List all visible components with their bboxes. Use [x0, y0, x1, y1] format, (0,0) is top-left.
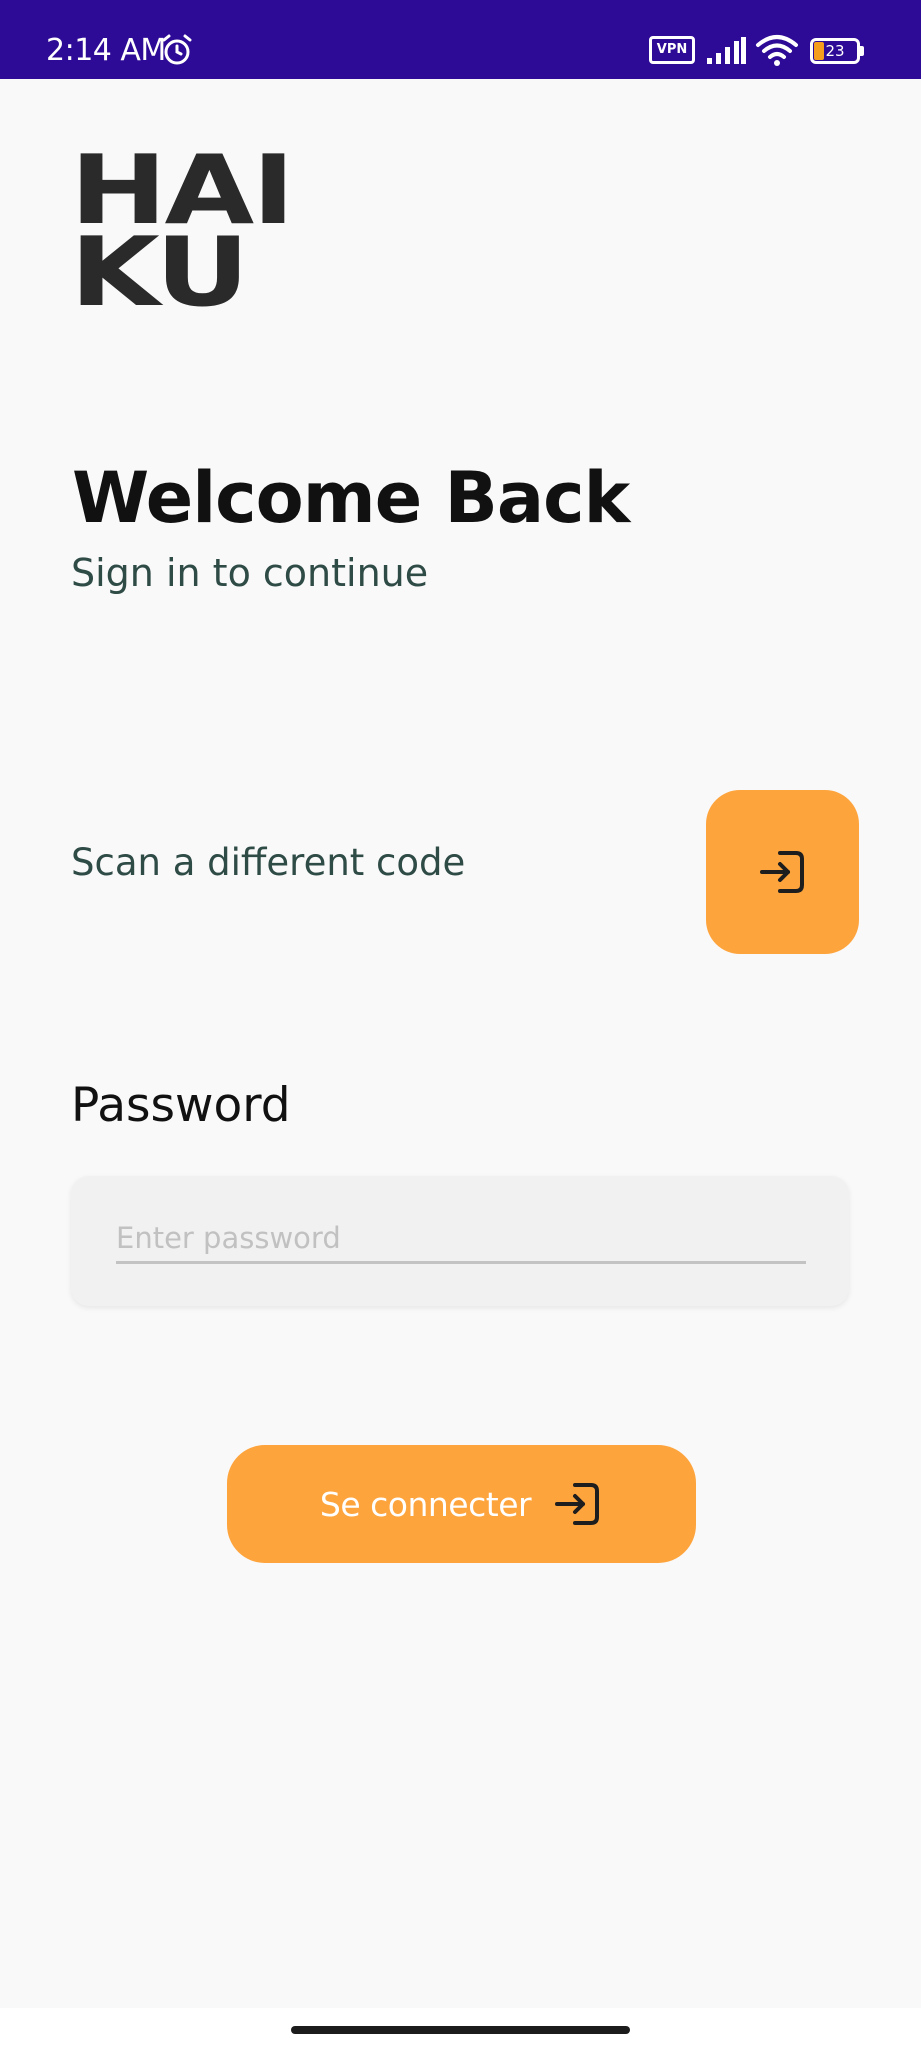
logo-line-2: KU — [70, 218, 249, 328]
alarm-icon — [162, 34, 192, 65]
page-title: Welcome Back — [72, 457, 630, 539]
scan-label: Scan a different code — [71, 841, 466, 884]
login-screen: 2:14 AM VPN 23 HAI KU Welcome Back Sign … — [0, 0, 921, 2048]
password-label: Password — [71, 1078, 291, 1133]
login-icon — [759, 851, 804, 893]
home-indicator[interactable] — [291, 2026, 630, 2034]
wifi-icon — [756, 35, 798, 66]
signal-icon — [707, 37, 746, 64]
connect-button[interactable]: Se connecter — [227, 1445, 696, 1563]
battery-level: 23 — [825, 42, 845, 60]
vpn-icon: VPN — [649, 36, 695, 64]
password-input[interactable] — [116, 1214, 806, 1264]
scan-code-button[interactable] — [706, 790, 859, 954]
connect-button-label: Se connecter — [319, 1484, 532, 1524]
battery-tip — [860, 46, 864, 56]
page-subtitle: Sign in to continue — [71, 551, 429, 595]
login-icon — [555, 1483, 600, 1525]
battery-icon: 23 — [810, 38, 864, 64]
status-bar: 2:14 AM VPN 23 — [0, 0, 921, 79]
status-time: 2:14 AM — [46, 33, 166, 68]
haiku-logo: HAI KU — [70, 144, 316, 321]
battery-body: 23 — [810, 38, 860, 64]
password-card — [71, 1176, 849, 1306]
